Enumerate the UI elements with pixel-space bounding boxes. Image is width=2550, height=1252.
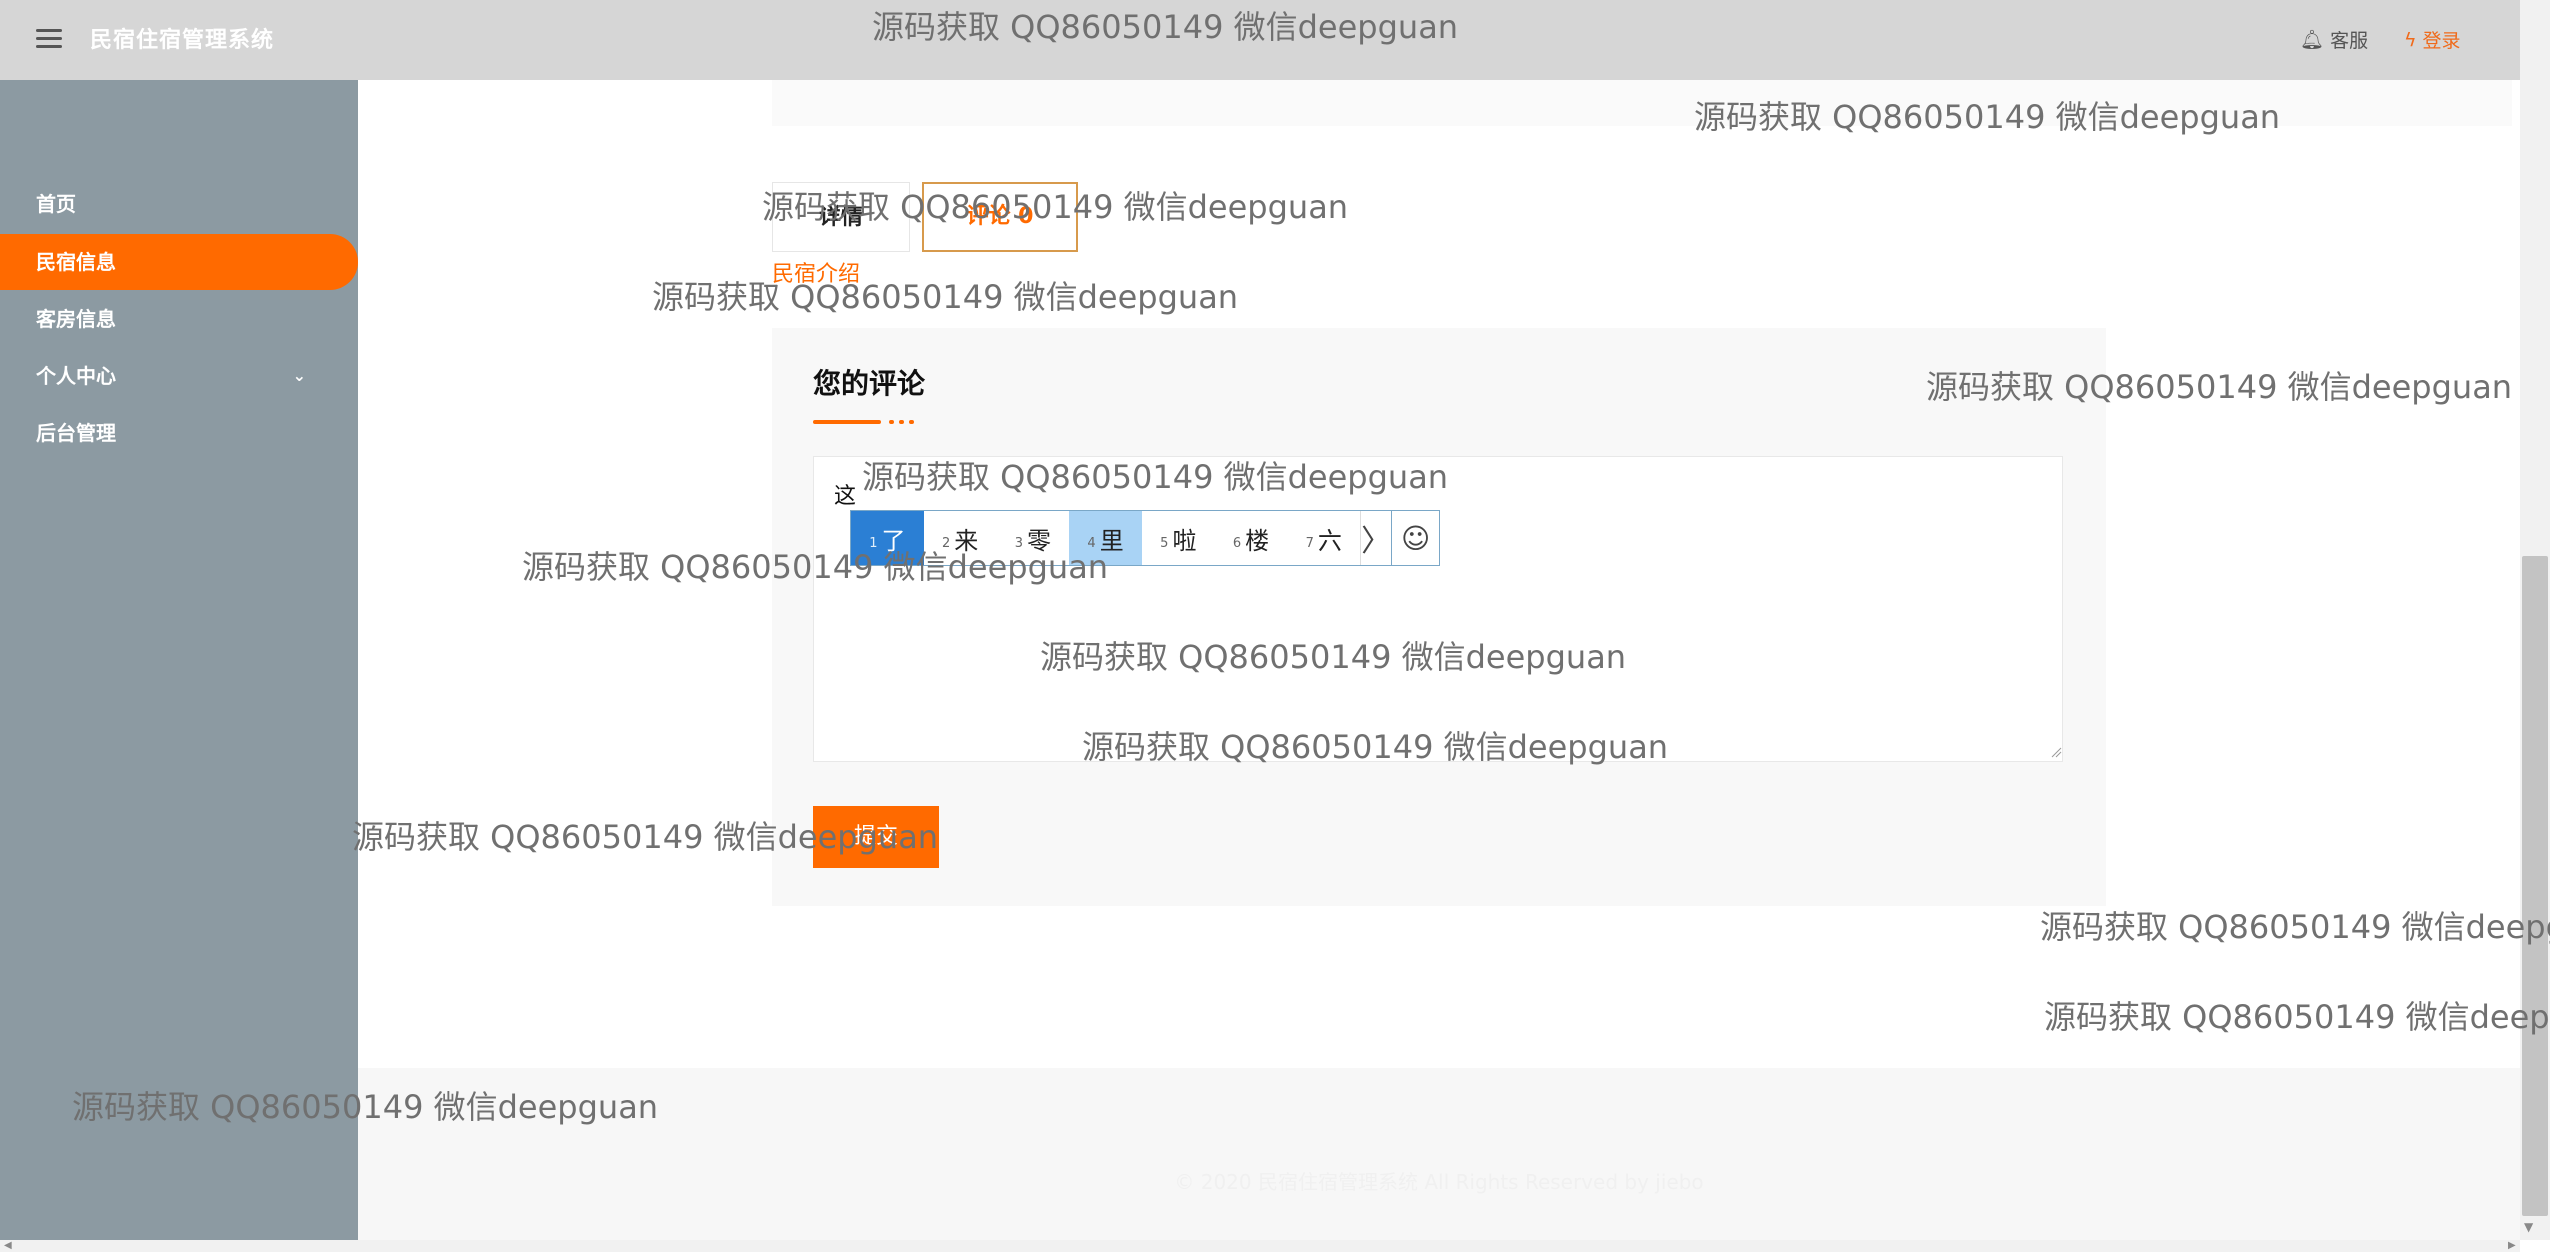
tab-comments[interactable]: 评论 0 [922, 182, 1078, 252]
heading-dot [909, 420, 914, 424]
menu-toggle-icon[interactable] [36, 24, 76, 54]
emoji-icon[interactable]: ☺ [1391, 511, 1439, 565]
lightning-icon: ϟ [2404, 28, 2417, 51]
sidebar-item-personal-center[interactable]: 个人中心 ⌄ [0, 348, 358, 404]
sidebar-item-room-info[interactable]: 客房信息 [0, 291, 358, 347]
scroll-down-arrow-icon[interactable]: ▼ [2524, 1220, 2533, 1234]
sidebar-item-label: 民宿信息 [36, 250, 116, 274]
ime-candidate[interactable]: 3零 [996, 511, 1069, 565]
textarea-content: 这 [834, 484, 857, 509]
tab-detail[interactable]: 详情 [772, 182, 910, 252]
ime-candidate-popup: 1了 2来 3零 4里 5啦 6楼 7六 〉 ☺ [850, 510, 1440, 566]
ime-candidate-text: 六 [1317, 526, 1342, 555]
content-panel [772, 80, 2512, 126]
ime-candidate-number: 6 [1232, 535, 1242, 551]
resize-handle-icon[interactable] [2050, 746, 2062, 758]
support-link[interactable]: 🔔︎ 客服 [2300, 26, 2368, 53]
horizontal-scrollbar[interactable] [0, 1240, 2520, 1252]
sidebar-item-admin[interactable]: 后台管理 [0, 405, 358, 461]
chevron-down-icon: ⌄ [292, 366, 306, 385]
ime-candidate-text: 啦 [1172, 526, 1197, 555]
ime-candidate[interactable]: 1了 [851, 511, 924, 565]
ime-candidate-number: 1 [869, 535, 878, 551]
comment-textarea[interactable] [813, 456, 2063, 762]
heading-dot [889, 420, 894, 424]
ime-candidate-number: 5 [1160, 535, 1169, 551]
ime-candidate[interactable]: 7六 [1287, 511, 1360, 565]
sidebar: 首页 民宿信息 客房信息 个人中心 ⌄ 后台管理 [0, 80, 358, 1240]
ime-candidate-text: 了 [881, 526, 906, 555]
footer-copyright: © 2020 民宿住宿管理系统 All Rights Reserved by j… [1174, 1170, 1704, 1194]
sidebar-item-home[interactable]: 首页 [0, 176, 358, 232]
comment-heading: 您的评论 [813, 367, 926, 400]
login-link[interactable]: ϟ 登录 [2404, 26, 2461, 53]
sidebar-item-label: 客房信息 [36, 307, 116, 331]
ime-candidate-text: 零 [1026, 526, 1051, 555]
sidebar-item-label: 个人中心 [36, 364, 116, 388]
ime-candidate-number: 2 [941, 535, 951, 551]
ime-candidate-text: 楼 [1245, 526, 1270, 555]
sidebar-item-homestay-info[interactable]: 民宿信息 [0, 234, 358, 290]
ime-candidate[interactable]: 5啦 [1142, 511, 1215, 565]
ime-candidate-number: 4 [1087, 535, 1096, 551]
chevron-right-icon[interactable]: 〉 [1360, 511, 1391, 565]
ime-candidate-text: 来 [954, 526, 979, 555]
ime-candidate-number: 3 [1014, 535, 1023, 551]
sidebar-item-label: 首页 [36, 192, 76, 216]
app-title: 民宿住宿管理系统 [90, 28, 275, 53]
heading-underline [813, 420, 881, 424]
ime-candidate[interactable]: 4里 [1069, 511, 1142, 565]
ime-candidate[interactable]: 6楼 [1215, 511, 1288, 565]
bell-icon: 🔔︎ [2300, 29, 2325, 51]
ime-candidate[interactable]: 2来 [924, 511, 997, 565]
vertical-scrollbar-thumb[interactable] [2522, 556, 2548, 1216]
sidebar-item-label: 后台管理 [36, 421, 116, 445]
top-header [0, 0, 2520, 80]
ime-candidate-number: 7 [1305, 535, 1314, 551]
scroll-right-arrow-icon[interactable]: ▶ [2508, 1240, 2516, 1252]
footer [358, 1068, 2520, 1240]
support-label: 客服 [2330, 30, 2369, 52]
heading-dot [899, 420, 904, 424]
homestay-intro-link[interactable]: 民宿介绍 [772, 256, 860, 288]
login-label: 登录 [2422, 30, 2461, 52]
scroll-left-arrow-icon[interactable]: ◀ [4, 1240, 12, 1252]
submit-button[interactable]: 提交 [813, 806, 939, 868]
ime-candidate-text: 里 [1099, 526, 1124, 555]
